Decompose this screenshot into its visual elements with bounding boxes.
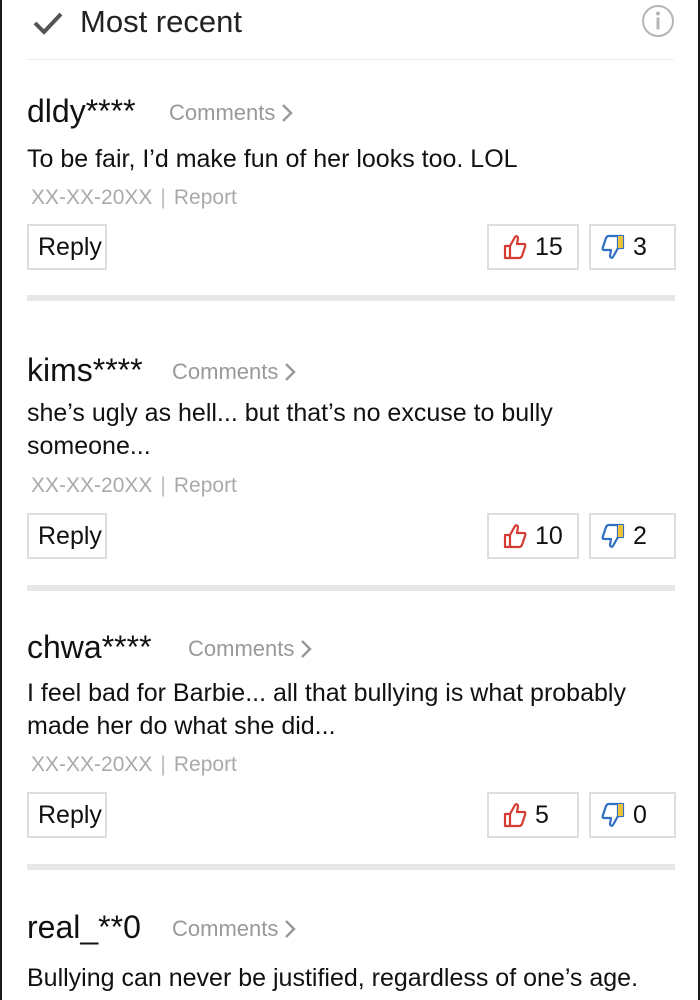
comment-date: XX-XX-20XX <box>31 186 153 209</box>
comments-link-label: Comments <box>172 359 279 384</box>
chevron-right-icon <box>282 104 294 122</box>
comment-divider <box>27 864 675 870</box>
comment-text: To be fair, I’d make fun of her looks to… <box>27 145 518 173</box>
meta-separator: | <box>160 753 166 776</box>
thumbs-down-icon <box>601 802 625 827</box>
comments-link[interactable]: Comments <box>172 359 297 385</box>
dislike-count: 3 <box>633 232 647 261</box>
comments-link-label: Comments <box>169 100 276 125</box>
like-button[interactable]: 5 <box>487 792 579 838</box>
comment-divider <box>27 295 675 301</box>
dislike-button[interactable]: 0 <box>589 792 676 838</box>
dislike-button[interactable]: 2 <box>589 513 676 559</box>
thumbs-up-icon <box>503 235 527 260</box>
comment-text: she’s ugly as hell... but that’s no excu… <box>27 399 553 460</box>
dislike-button[interactable]: 3 <box>589 224 676 270</box>
like-count: 10 <box>535 521 563 550</box>
sort-title[interactable]: Most recent <box>80 4 242 40</box>
like-count: 5 <box>535 800 549 829</box>
comment-username: kims**** <box>27 352 143 388</box>
report-link[interactable]: Report <box>174 474 237 497</box>
check-icon <box>33 12 63 35</box>
thumbs-down-icon <box>601 523 625 548</box>
comment-divider <box>27 585 675 591</box>
reply-button[interactable]: Reply <box>27 513 107 559</box>
comment-meta: XX-XX-20XX | Report <box>31 186 237 210</box>
comments-link-label: Comments <box>172 916 279 941</box>
like-count: 15 <box>535 232 563 261</box>
reply-button[interactable]: Reply <box>27 792 107 838</box>
comment-text: I feel bad for Barbie... all that bullyi… <box>27 679 626 740</box>
like-button[interactable]: 15 <box>487 224 579 270</box>
thumbs-down-icon <box>601 234 625 259</box>
comments-link[interactable]: Comments <box>169 100 294 126</box>
thumbs-up-icon <box>503 803 527 828</box>
dislike-count: 0 <box>633 800 647 829</box>
chevron-right-icon <box>285 920 297 938</box>
comment-date: XX-XX-20XX <box>31 753 153 776</box>
thumbs-up-icon <box>503 524 527 549</box>
comments-link[interactable]: Comments <box>188 636 313 662</box>
comment-text: Bullying can never be justified, regardl… <box>27 964 639 992</box>
sort-header: Most recent <box>0 0 700 60</box>
comments-link-label: Comments <box>188 636 295 661</box>
meta-separator: | <box>160 474 166 497</box>
comment-meta: XX-XX-20XX | Report <box>31 753 237 777</box>
chevron-right-icon <box>301 640 313 658</box>
reply-button[interactable]: Reply <box>27 224 107 270</box>
comment-username: chwa**** <box>27 629 152 665</box>
comment-username: real_**0 <box>27 909 141 945</box>
comment-date: XX-XX-20XX <box>31 474 153 497</box>
like-button[interactable]: 10 <box>487 513 579 559</box>
comment-meta: XX-XX-20XX | Report <box>31 474 237 498</box>
dislike-count: 2 <box>633 521 647 550</box>
header-divider <box>26 59 674 60</box>
meta-separator: | <box>160 186 166 209</box>
comments-link[interactable]: Comments <box>172 916 297 942</box>
report-link[interactable]: Report <box>174 753 237 776</box>
comment-username: dldy**** <box>27 93 136 129</box>
chevron-right-icon <box>285 363 297 381</box>
info-icon[interactable] <box>641 4 675 38</box>
report-link[interactable]: Report <box>174 186 237 209</box>
